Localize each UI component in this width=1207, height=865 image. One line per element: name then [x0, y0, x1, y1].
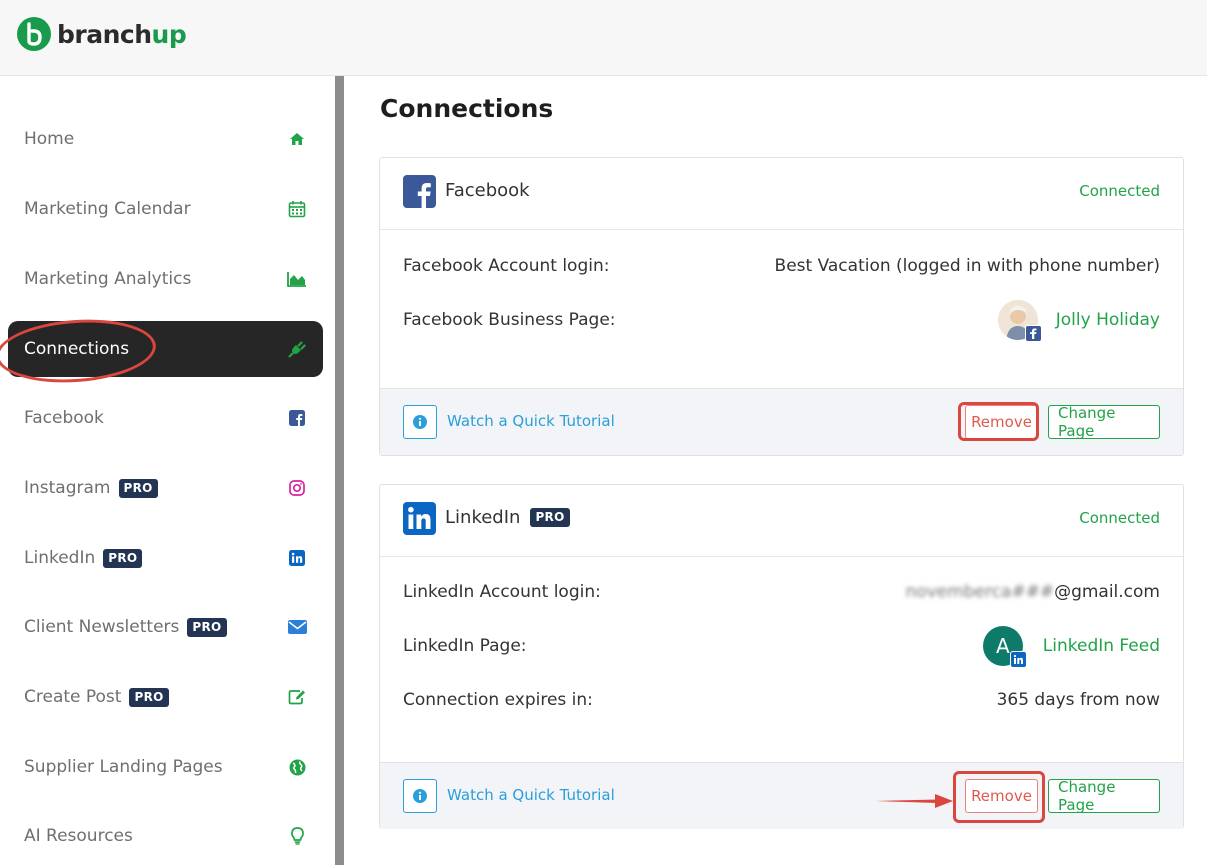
blurred-email-prefix: novemberca###	[905, 582, 1055, 602]
pro-badge: PRO	[129, 687, 169, 707]
plug-icon	[287, 339, 307, 359]
page-title: Connections	[380, 94, 554, 123]
sidebar-item-home[interactable]: Home	[8, 111, 323, 167]
sidebar-divider[interactable]	[335, 76, 344, 865]
linkedin-icon	[287, 548, 307, 568]
facebook-connection-card: Facebook Connected Facebook Account logi…	[379, 157, 1184, 456]
facebook-account-row: Facebook Account login: Best Vacation (l…	[403, 251, 1160, 281]
facebook-change-page-button[interactable]: Change Page	[1048, 404, 1160, 440]
card-footer: Watch a Quick Tutorial Remove Change Pag…	[380, 762, 1183, 829]
info-icon	[413, 789, 427, 803]
card-header: Facebook Connected	[380, 158, 1183, 230]
branchup-logo-icon	[17, 17, 51, 51]
facebook-icon	[287, 408, 307, 428]
pro-badge: PRO	[103, 548, 143, 568]
sidebar-item-label: Instagram	[24, 478, 111, 498]
sidebar-item-marketing-calendar[interactable]: Marketing Calendar	[8, 181, 323, 237]
row-label: LinkedIn Account login:	[403, 582, 601, 602]
instagram-icon	[287, 478, 307, 498]
sidebar-item-client-newsletters[interactable]: Client Newsletters PRO	[8, 599, 323, 655]
watch-tutorial-link[interactable]: Watch a Quick Tutorial	[447, 412, 615, 430]
calendar-icon	[287, 199, 307, 219]
sidebar-item-label: Home	[24, 129, 75, 149]
card-body: Facebook Account login: Best Vacation (l…	[380, 230, 1183, 388]
sidebar-item-label: Marketing Analytics	[24, 269, 192, 289]
sidebar-item-marketing-analytics[interactable]: Marketing Analytics	[8, 251, 323, 307]
top-bar: branchup	[0, 0, 1207, 76]
row-label: Connection expires in:	[403, 690, 593, 710]
connection-status: Connected	[1079, 182, 1160, 200]
facebook-page-link[interactable]: Jolly Holiday	[1056, 310, 1160, 330]
sidebar-item-label: LinkedIn	[24, 548, 96, 568]
row-label: Facebook Account login:	[403, 256, 610, 276]
annotation-highlight-linkedin-remove	[953, 771, 1045, 823]
connection-status: Connected	[1079, 509, 1160, 527]
lightbulb-icon	[287, 826, 307, 846]
linkedin-change-page-button[interactable]: Change Page	[1048, 778, 1160, 814]
branchup-logo[interactable]: branchup	[16, 16, 187, 52]
avatar-letter: A	[995, 634, 1010, 658]
linkedin-page-row: LinkedIn Page: A LinkedIn Feed	[403, 626, 1160, 668]
facebook-page-row: Facebook Business Page: Jolly Holiday	[403, 300, 1160, 342]
pro-badge: PRO	[187, 617, 227, 637]
linkedin-account-row: LinkedIn Account login: novemberca### @g…	[403, 577, 1160, 607]
row-value: 365 days from now	[996, 690, 1160, 710]
info-button[interactable]	[403, 405, 437, 439]
card-title-wrap: LinkedIn PRO	[445, 507, 570, 528]
facebook-logo-icon	[403, 175, 436, 208]
sidebar-item-ai-resources[interactable]: AI Resources	[8, 808, 323, 864]
sidebar-item-label: Client Newsletters	[24, 617, 180, 637]
linkedin-connection-card: LinkedIn PRO Connected LinkedIn Account …	[379, 484, 1184, 829]
row-label: Facebook Business Page:	[403, 310, 616, 330]
card-title: LinkedIn	[445, 507, 521, 528]
row-value-wrap: novemberca### @gmail.com	[905, 582, 1160, 602]
card-body: LinkedIn Account login: novemberca### @g…	[380, 557, 1183, 762]
sidebar-item-label: Marketing Calendar	[24, 199, 191, 219]
row-label: LinkedIn Page:	[403, 636, 527, 656]
sidebar-item-linkedin[interactable]: LinkedIn PRO	[8, 530, 323, 586]
linkedin-logo-icon	[403, 502, 436, 535]
main-content: Connections Facebook Connected Facebook …	[344, 76, 1207, 865]
edit-icon	[287, 687, 307, 707]
row-value-wrap: A LinkedIn Feed	[982, 626, 1160, 668]
sidebar-item-facebook[interactable]: Facebook	[8, 390, 323, 446]
sidebar-item-label: Facebook	[24, 408, 104, 428]
facebook-badge-icon	[1024, 325, 1042, 342]
row-value: Best Vacation (logged in with phone numb…	[774, 256, 1160, 276]
page-avatar: A	[982, 626, 1027, 668]
card-header: LinkedIn PRO Connected	[380, 485, 1183, 557]
annotation-highlight-facebook-remove	[958, 402, 1039, 441]
sidebar-item-supplier-landing-pages[interactable]: Supplier Landing Pages	[8, 739, 323, 795]
card-footer: Watch a Quick Tutorial Remove Change Pag…	[380, 388, 1183, 455]
home-icon	[287, 129, 307, 149]
sidebar-item-label: AI Resources	[24, 826, 133, 846]
annotation-arrow-icon	[875, 794, 953, 808]
globe-icon	[287, 757, 307, 777]
sidebar-item-instagram[interactable]: Instagram PRO	[8, 460, 323, 516]
sidebar-item-label: Supplier Landing Pages	[24, 757, 223, 777]
sidebar-item-create-post[interactable]: Create Post PRO	[8, 669, 323, 725]
linkedin-page-link[interactable]: LinkedIn Feed	[1043, 636, 1160, 656]
row-value-wrap: Jolly Holiday	[997, 300, 1160, 342]
pro-badge: PRO	[530, 508, 570, 527]
area-chart-icon	[287, 269, 307, 289]
expiry-row: Connection expires in: 365 days from now	[403, 685, 1160, 715]
email-suffix: @gmail.com	[1054, 582, 1160, 602]
watch-tutorial-link[interactable]: Watch a Quick Tutorial	[447, 786, 615, 804]
envelope-icon	[287, 617, 307, 637]
page-avatar	[997, 300, 1042, 342]
sidebar-item-label: Create Post	[24, 687, 122, 707]
logo-text: branchup	[57, 19, 187, 49]
info-icon	[413, 415, 427, 429]
linkedin-badge-icon	[1009, 651, 1027, 668]
card-title: Facebook	[445, 180, 530, 201]
info-button[interactable]	[403, 779, 437, 813]
pro-badge: PRO	[118, 478, 158, 498]
